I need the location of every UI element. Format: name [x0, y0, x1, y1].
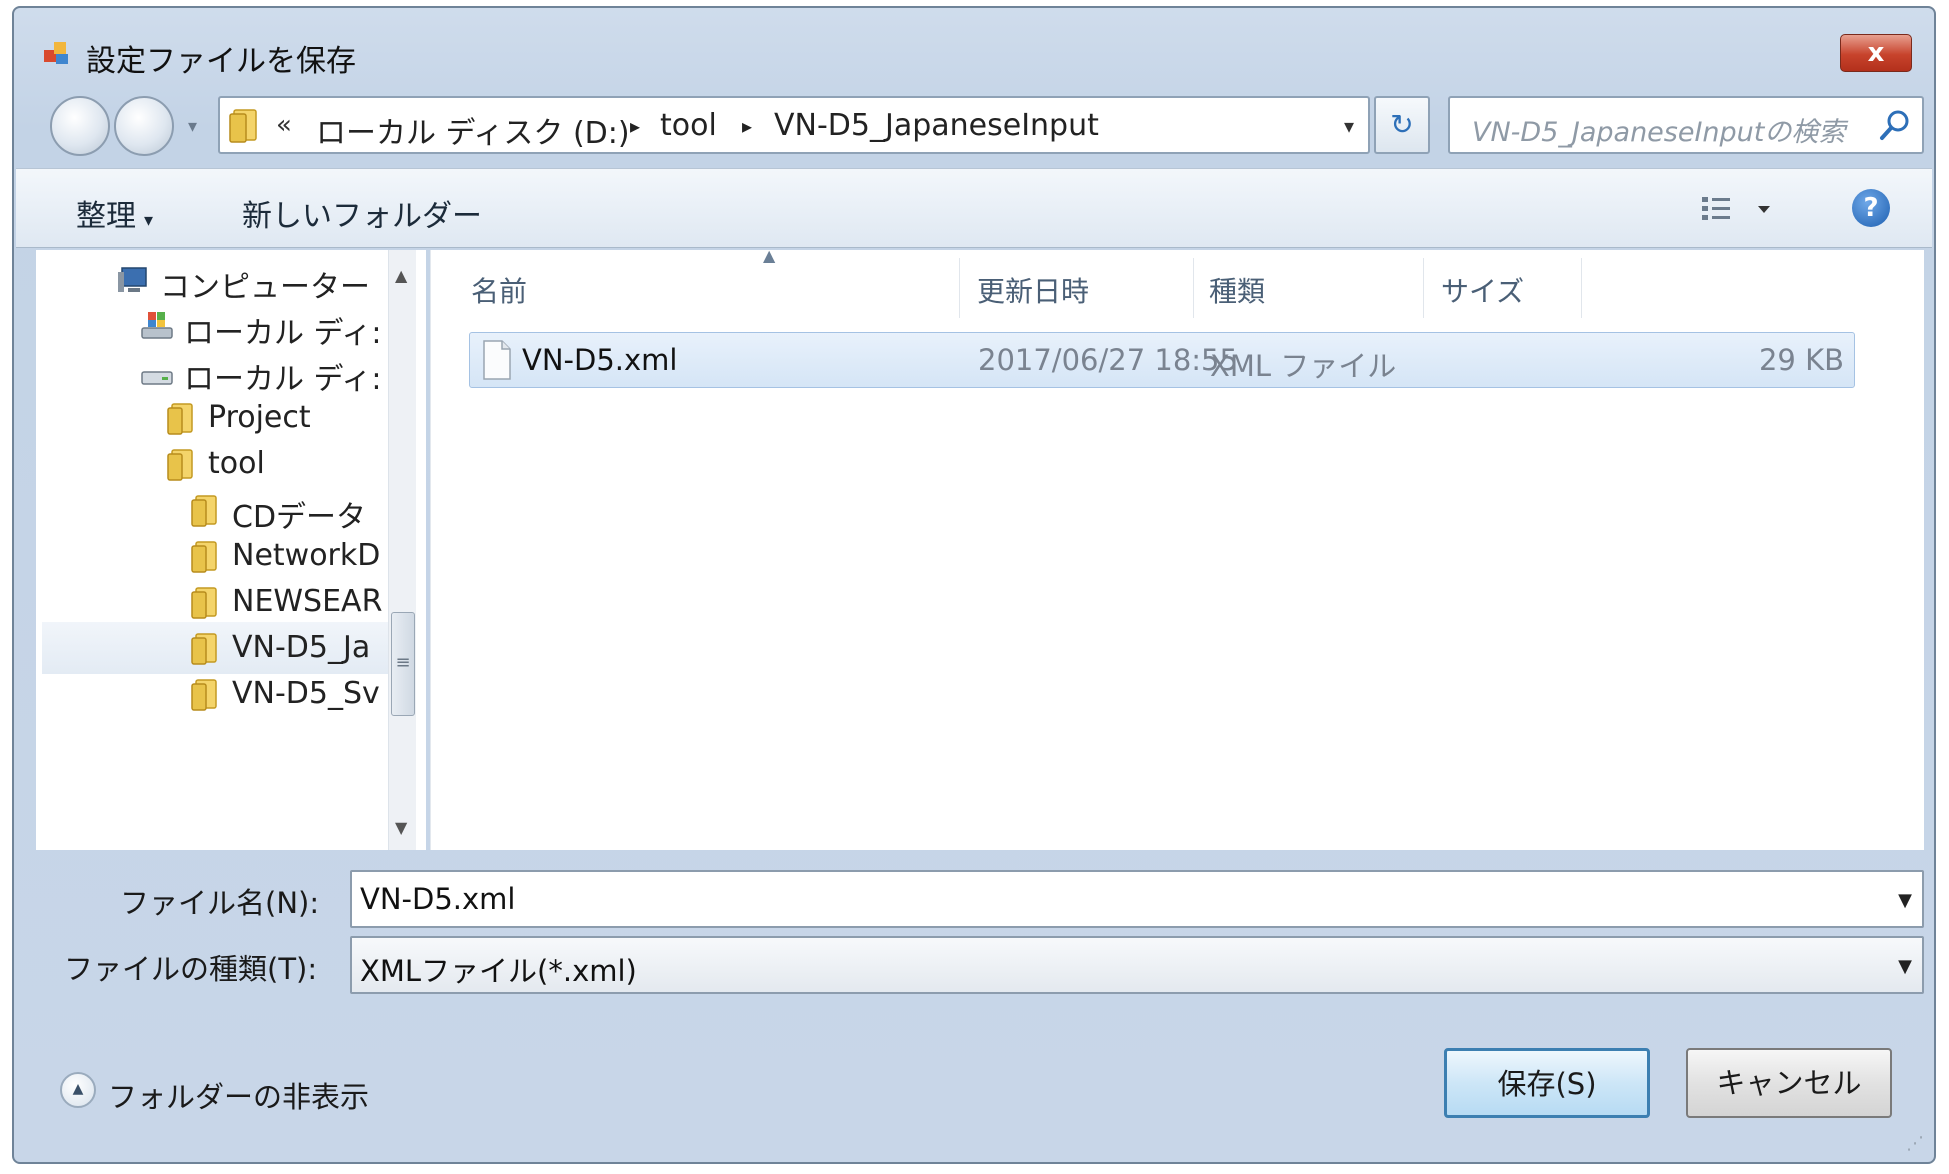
- folder-icon: [191, 679, 217, 711]
- help-icon[interactable]: ?: [1852, 189, 1890, 227]
- filename-field[interactable]: VN-D5.xml ▼: [350, 870, 1924, 928]
- hide-folders-label: フォルダーの非表示: [108, 1080, 370, 1114]
- search-box[interactable]: VN-D5_JapaneseInputの検索: [1448, 96, 1924, 154]
- column-separator[interactable]: [1423, 258, 1424, 318]
- app-icon: [44, 42, 68, 64]
- column-separator[interactable]: [959, 258, 960, 318]
- scroll-down-icon[interactable]: ▼: [395, 818, 407, 837]
- system-drive-icon: [141, 312, 173, 339]
- scroll-up-icon[interactable]: ▲: [395, 266, 407, 285]
- column-header-type[interactable]: 種類: [1209, 270, 1265, 310]
- title-bar: 設定ファイルを保存 x: [14, 8, 1934, 88]
- save-button[interactable]: 保存(S): [1444, 1048, 1650, 1118]
- nav-buttons: ▾: [38, 92, 208, 158]
- breadcrumb-local-disk[interactable]: ローカル ディスク (D:): [316, 108, 630, 152]
- tree-item-vn-d5-japaneseinput[interactable]: VN-D5_Ja: [42, 622, 412, 674]
- column-separator[interactable]: [1193, 258, 1194, 318]
- folder-icon: [229, 109, 257, 143]
- folder-icon: [191, 495, 217, 527]
- filename-value: VN-D5.xml: [360, 882, 516, 916]
- recent-pages-dropdown-icon[interactable]: ▾: [188, 116, 197, 137]
- collapse-up-icon: ▲: [60, 1072, 96, 1108]
- file-modified-cell: 2017/06/27 18:55: [978, 343, 1238, 377]
- search-icon[interactable]: [1878, 108, 1912, 142]
- cancel-button[interactable]: キャンセル: [1686, 1048, 1892, 1118]
- address-bar[interactable]: « ローカル ディスク (D:) ▸ tool ▸ VN-D5_Japanese…: [218, 96, 1370, 154]
- breadcrumb-arrow-icon[interactable]: ▸: [630, 114, 640, 138]
- drive-icon: [141, 371, 173, 385]
- refresh-button[interactable]: ↻: [1374, 96, 1430, 154]
- breadcrumb-tool[interactable]: tool: [660, 108, 717, 143]
- file-name-cell: VN-D5.xml: [522, 343, 678, 377]
- navigation-pane: コンピューター ローカル ディ: ローカル ディ: Project tool C…: [36, 250, 426, 850]
- column-header-name[interactable]: 名前: [471, 270, 527, 310]
- address-overflow-chevron[interactable]: «: [276, 110, 292, 140]
- window-title: 設定ファイルを保存: [86, 44, 356, 79]
- forward-button[interactable]: [114, 96, 174, 156]
- xml-file-icon: [483, 340, 511, 380]
- folder-icon: [167, 449, 193, 481]
- view-options-icon[interactable]: [1698, 191, 1778, 227]
- back-button[interactable]: [50, 96, 110, 156]
- filetype-label: ファイルの種類(T):: [64, 952, 318, 986]
- address-dropdown-icon[interactable]: ▾: [1344, 114, 1354, 138]
- folder-icon: [191, 541, 217, 573]
- filetype-select[interactable]: XMLファイル(*.xml) ▼: [350, 936, 1924, 994]
- table-row[interactable]: VN-D5.xml 2017/06/27 18:55 XML ファイル 29 K…: [469, 332, 1855, 388]
- folder-icon: [191, 587, 217, 619]
- file-type-cell: XML ファイル: [1210, 349, 1397, 383]
- column-header-size[interactable]: サイズ: [1441, 270, 1524, 310]
- caret-down-icon: ▾: [144, 210, 154, 231]
- filetype-value: XMLファイル(*.xml): [360, 954, 637, 988]
- close-button[interactable]: x: [1840, 34, 1912, 72]
- nav-scrollbar[interactable]: ▲ ≡ ▼: [388, 250, 416, 850]
- breadcrumb-current-folder[interactable]: VN-D5_JapaneseInput: [774, 108, 1099, 143]
- organize-button[interactable]: 整理 ▾: [76, 191, 153, 235]
- computer-icon: [118, 267, 147, 292]
- search-placeholder: VN-D5_JapaneseInputの検索: [1472, 117, 1846, 148]
- column-separator[interactable]: [1581, 258, 1582, 318]
- chevron-down-icon[interactable]: ▼: [1898, 890, 1912, 911]
- file-size-cell: 29 KB: [1758, 343, 1844, 377]
- folder-icon: [167, 403, 193, 435]
- resize-grip-icon[interactable]: ⋰: [1906, 1133, 1924, 1154]
- file-list: ▲ 名前 更新日時 種類 サイズ VN-D5.xml 2017/06/27 18…: [430, 246, 1924, 850]
- sort-ascending-icon: ▲: [763, 246, 776, 265]
- save-dialog: 設定ファイルを保存 x ▾ « ローカル ディスク (D:) ▸ tool ▸ …: [12, 6, 1936, 1164]
- breadcrumb-arrow-icon[interactable]: ▸: [742, 114, 752, 138]
- column-header-modified[interactable]: 更新日時: [977, 270, 1089, 310]
- scroll-thumb[interactable]: ≡: [391, 612, 415, 716]
- command-toolbar: 整理 ▾ 新しいフォルダー ?: [16, 168, 1932, 248]
- filename-label: ファイル名(N):: [120, 886, 320, 920]
- new-folder-button[interactable]: 新しいフォルダー: [242, 191, 482, 235]
- folder-icon: [191, 633, 217, 665]
- chevron-down-icon[interactable]: ▼: [1898, 956, 1912, 977]
